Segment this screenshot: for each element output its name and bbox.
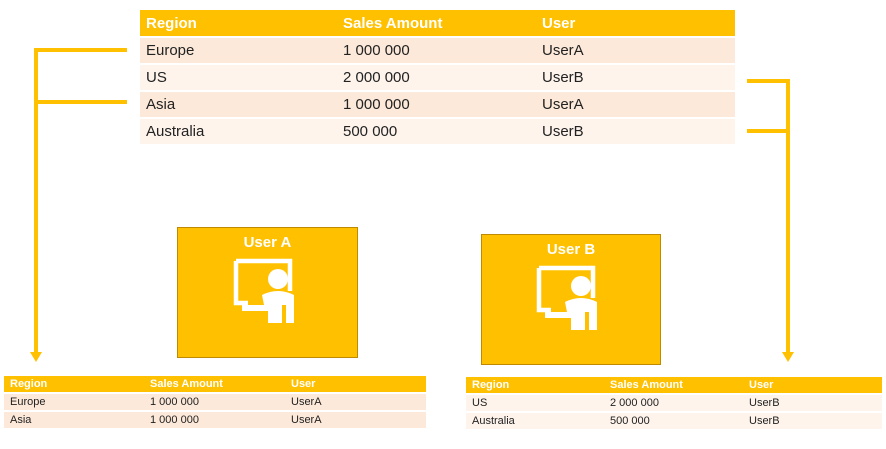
table-row: Australia 500 000 UserB bbox=[140, 117, 735, 144]
column-header-region: Region bbox=[466, 377, 604, 394]
column-header-sales-amount: Sales Amount bbox=[337, 10, 536, 38]
cell-region: Europe bbox=[4, 392, 144, 411]
table-row: US 2 000 000 UserB bbox=[466, 393, 882, 412]
user-a-card: User A bbox=[177, 227, 358, 358]
table-row: Europe 1 000 000 UserA bbox=[4, 392, 426, 411]
user-presentation-icon bbox=[233, 258, 294, 323]
cell-user: UserB bbox=[743, 411, 882, 429]
header-row: Region Sales Amount User bbox=[466, 377, 882, 394]
cell-user: UserA bbox=[285, 410, 426, 428]
table-row: US 2 000 000 UserB bbox=[140, 63, 735, 91]
column-header-user: User bbox=[743, 377, 882, 394]
cell-sales-amount: 1 000 000 bbox=[337, 36, 536, 64]
cell-user: UserA bbox=[285, 392, 426, 411]
cell-region: Europe bbox=[140, 36, 337, 64]
cell-region: Asia bbox=[4, 410, 144, 428]
cell-sales-amount: 1 000 000 bbox=[144, 410, 285, 428]
cell-sales-amount: 1 000 000 bbox=[144, 392, 285, 411]
arrow-head-b bbox=[782, 352, 794, 362]
header-row: Region Sales Amount User bbox=[140, 10, 735, 38]
cell-user: UserA bbox=[536, 90, 735, 118]
cell-user: UserA bbox=[536, 36, 735, 64]
user-b-card: User B bbox=[481, 234, 661, 365]
cell-region: US bbox=[140, 63, 337, 91]
cell-sales-amount: 2 000 000 bbox=[604, 393, 743, 412]
table-row: Asia 1 000 000 UserA bbox=[4, 410, 426, 428]
column-header-sales-amount: Sales Amount bbox=[144, 376, 285, 393]
column-header-user: User bbox=[285, 376, 426, 393]
connector-us bbox=[747, 79, 790, 352]
user-presentation-icon bbox=[536, 265, 597, 330]
cell-region: Australia bbox=[140, 117, 337, 144]
cell-region: US bbox=[466, 393, 604, 412]
header-row: Region Sales Amount User bbox=[4, 376, 426, 393]
cell-user: UserB bbox=[743, 393, 882, 412]
column-header-sales-amount: Sales Amount bbox=[604, 377, 743, 394]
user-a-table: Region Sales Amount User Europe 1 000 00… bbox=[4, 376, 426, 428]
column-header-region: Region bbox=[4, 376, 144, 393]
cell-user: UserB bbox=[536, 117, 735, 144]
user-b-title: User B bbox=[546, 241, 596, 258]
cell-region: Australia bbox=[466, 411, 604, 429]
user-a-title: User A bbox=[243, 234, 292, 251]
main-sales-table: Region Sales Amount User Europe 1 000 00… bbox=[140, 10, 735, 144]
connector-europe bbox=[34, 48, 127, 352]
column-header-region: Region bbox=[140, 10, 337, 38]
column-header-user: User bbox=[536, 10, 735, 38]
table-row: Europe 1 000 000 UserA bbox=[140, 36, 735, 64]
cell-user: UserB bbox=[536, 63, 735, 91]
table-row: Australia 500 000 UserB bbox=[466, 411, 882, 429]
cell-sales-amount: 2 000 000 bbox=[337, 63, 536, 91]
cell-sales-amount: 1 000 000 bbox=[337, 90, 536, 118]
cell-region: Asia bbox=[140, 90, 337, 118]
cell-sales-amount: 500 000 bbox=[337, 117, 536, 144]
arrow-head-a bbox=[30, 352, 42, 362]
table-row: Asia 1 000 000 UserA bbox=[140, 90, 735, 118]
user-b-table: Region Sales Amount User US 2 000 000 Us… bbox=[466, 377, 882, 429]
cell-sales-amount: 500 000 bbox=[604, 411, 743, 429]
